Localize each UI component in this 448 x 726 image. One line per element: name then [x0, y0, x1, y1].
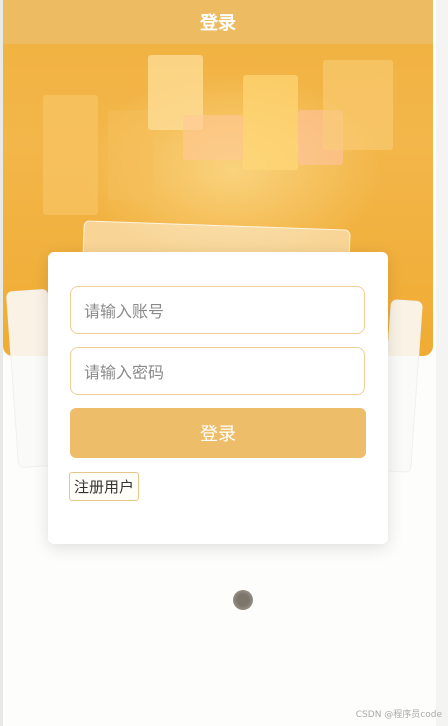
building-illustration: [108, 110, 153, 200]
top-navbar: 登录: [3, 0, 433, 44]
register-button[interactable]: 注册用户: [69, 472, 140, 501]
building-illustration: [183, 115, 243, 160]
login-button[interactable]: 登录: [70, 408, 366, 458]
account-input[interactable]: 请输入账号: [70, 286, 365, 334]
window-right-edge: [436, 0, 448, 726]
building-illustration: [43, 95, 98, 215]
building-illustration: [243, 75, 298, 170]
building-illustration: [323, 60, 393, 150]
account-input-placeholder: 请输入账号: [84, 302, 165, 321]
page-title: 登录: [200, 13, 236, 34]
password-input[interactable]: 请输入密码: [70, 347, 365, 395]
watermark: CSDN @程序员code: [355, 710, 442, 720]
loading-indicator-icon: [233, 590, 253, 610]
password-input-placeholder: 请输入密码: [84, 363, 165, 382]
login-card: 请输入账号 请输入密码 登录 注册用户: [48, 252, 388, 544]
